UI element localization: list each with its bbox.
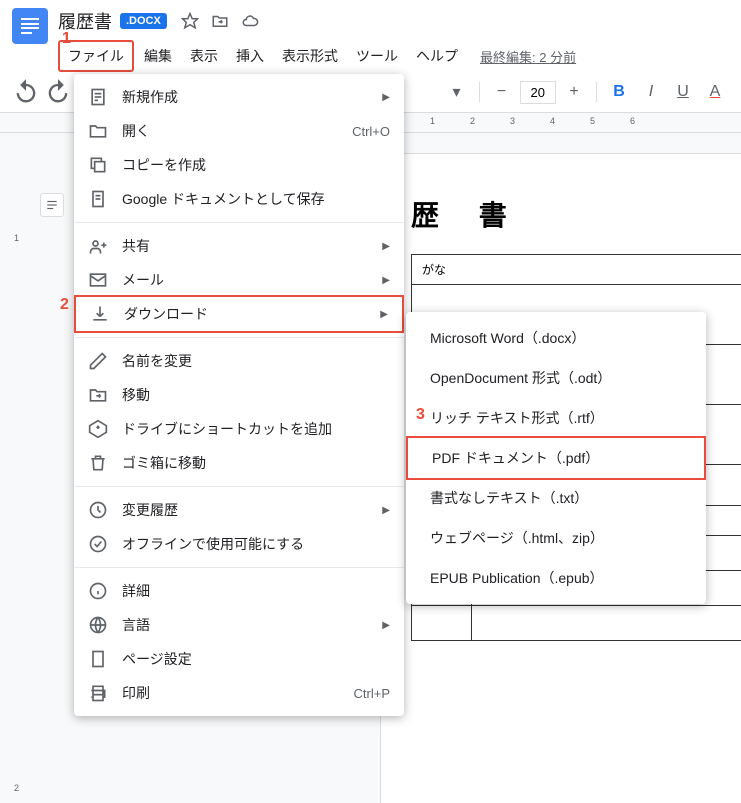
- vertical-ruler: 1 2: [14, 133, 34, 803]
- download-pdf[interactable]: PDF ドキュメント（.pdf）: [406, 436, 706, 480]
- chevron-down-icon[interactable]: ▾: [443, 78, 471, 106]
- offline-icon: [88, 534, 108, 554]
- shortcut-icon: [88, 419, 108, 439]
- menu-language[interactable]: 言語 ▶: [74, 608, 404, 642]
- copy-icon: [88, 155, 108, 175]
- download-odt[interactable]: OpenDocument 形式（.odt）: [406, 358, 706, 398]
- history-icon: [88, 500, 108, 520]
- menu-help[interactable]: ヘルプ: [408, 42, 466, 70]
- print-icon: [88, 683, 108, 703]
- menu-trash[interactable]: ゴミ箱に移動: [74, 446, 404, 480]
- trash-icon: [88, 453, 108, 473]
- menu-email[interactable]: メール ▶: [74, 263, 404, 297]
- callout-2: 2: [60, 296, 69, 314]
- callout-3: 3: [416, 406, 425, 424]
- move-folder-icon[interactable]: [211, 12, 229, 30]
- underline-button[interactable]: U: [669, 78, 697, 106]
- globe-icon: [88, 615, 108, 635]
- folder-icon: [88, 121, 108, 141]
- download-docx[interactable]: Microsoft Word（.docx）: [406, 318, 706, 358]
- menu-open[interactable]: 開く Ctrl+O: [74, 114, 404, 148]
- menu-version-history[interactable]: 変更履歴 ▶: [74, 493, 404, 527]
- document-icon: [88, 87, 108, 107]
- file-dropdown: 新規作成 ▶ 開く Ctrl+O コピーを作成 Google ドキュメントとして…: [74, 74, 404, 716]
- menu-page-setup[interactable]: ページ設定: [74, 642, 404, 676]
- chevron-right-icon: ▶: [382, 275, 390, 286]
- download-submenu: Microsoft Word（.docx） OpenDocument 形式（.o…: [406, 312, 706, 604]
- gdoc-icon: [88, 189, 108, 209]
- docx-badge: .DOCX: [120, 13, 167, 29]
- chevron-right-icon: ▶: [382, 620, 390, 631]
- menu-format[interactable]: 表示形式: [274, 42, 346, 70]
- text-color-button[interactable]: A: [701, 78, 729, 106]
- last-edit[interactable]: 最終編集: 2 分前: [480, 47, 576, 66]
- pencil-icon: [88, 351, 108, 371]
- menu-share[interactable]: 共有 ▶: [74, 229, 404, 263]
- bold-button[interactable]: B: [605, 78, 633, 106]
- menu-insert[interactable]: 挿入: [228, 42, 272, 70]
- menu-view[interactable]: 表示: [182, 42, 226, 70]
- redo-button[interactable]: [44, 78, 72, 106]
- callout-1: 1: [62, 30, 71, 48]
- italic-button[interactable]: I: [637, 78, 665, 106]
- email-icon: [88, 270, 108, 290]
- download-rtf[interactable]: リッチ テキスト形式（.rtf）: [406, 398, 706, 438]
- chevron-right-icon: ▶: [382, 92, 390, 103]
- chevron-right-icon: ▶: [380, 309, 388, 320]
- menu-rename[interactable]: 名前を変更: [74, 344, 404, 378]
- download-txt[interactable]: 書式なしテキスト（.txt）: [406, 478, 706, 518]
- chevron-right-icon: ▶: [382, 505, 390, 516]
- move-icon: [88, 385, 108, 405]
- header: 履歴書 .DOCX ファイル 編集 表示 挿入 表示形式 ツール ヘルプ 最終編…: [0, 0, 741, 72]
- menu-shortcut[interactable]: ドライブにショートカットを追加: [74, 412, 404, 446]
- menu-offline[interactable]: オフラインで使用可能にする: [74, 527, 404, 561]
- menu-print[interactable]: 印刷 Ctrl+P: [74, 676, 404, 710]
- download-html[interactable]: ウェブページ（.html、zip）: [406, 518, 706, 558]
- undo-button[interactable]: [12, 78, 40, 106]
- furigana-cell: がな: [412, 255, 741, 285]
- page-icon: [88, 649, 108, 669]
- download-epub[interactable]: EPUB Publication（.epub）: [406, 558, 706, 598]
- left-gutter: 1 2: [0, 133, 70, 803]
- star-icon[interactable]: [181, 12, 199, 30]
- menu-download[interactable]: ダウンロード ▶: [74, 295, 404, 333]
- zoom-out-button[interactable]: −: [488, 78, 516, 106]
- menubar: ファイル 編集 表示 挿入 表示形式 ツール ヘルプ 最終編集: 2 分前: [58, 40, 729, 72]
- chevron-right-icon: ▶: [382, 241, 390, 252]
- zoom-in-button[interactable]: +: [560, 78, 588, 106]
- menu-edit[interactable]: 編集: [136, 42, 180, 70]
- info-icon: [88, 581, 108, 601]
- menu-copy[interactable]: コピーを作成: [74, 148, 404, 182]
- cloud-icon[interactable]: [241, 12, 259, 30]
- download-icon: [90, 304, 110, 324]
- menu-new[interactable]: 新規作成 ▶: [74, 80, 404, 114]
- share-icon: [88, 236, 108, 256]
- zoom-value[interactable]: 20: [520, 81, 556, 104]
- menu-move[interactable]: 移動: [74, 378, 404, 412]
- menu-save-gdoc[interactable]: Google ドキュメントとして保存: [74, 182, 404, 216]
- docs-logo[interactable]: [12, 8, 48, 44]
- menu-details[interactable]: 詳細: [74, 574, 404, 608]
- outline-button[interactable]: [40, 193, 64, 217]
- resume-heading: 歴 書: [411, 194, 741, 234]
- menu-tools[interactable]: ツール: [348, 42, 406, 70]
